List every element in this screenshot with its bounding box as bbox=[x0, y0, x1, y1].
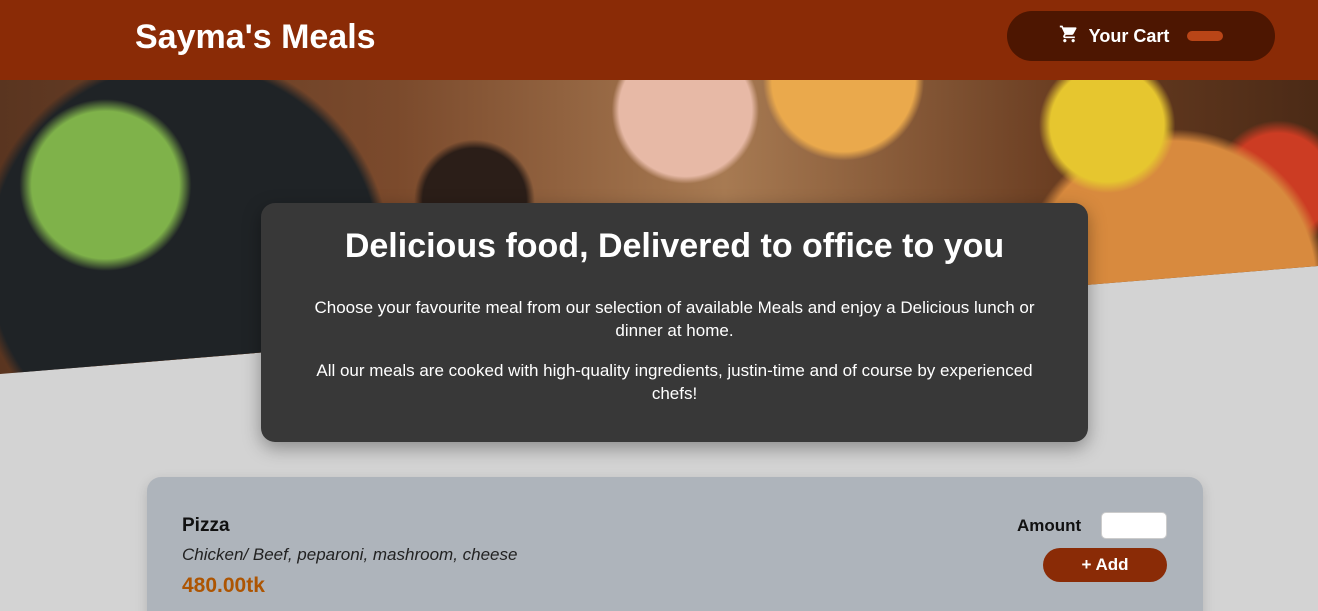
cart-label: Your Cart bbox=[1088, 25, 1170, 46]
meal-name: Pizza bbox=[182, 515, 230, 536]
summary-title: Delicious food, Delivered to office to y… bbox=[344, 227, 1005, 265]
summary-paragraph-1: Choose your favourite meal from our sele… bbox=[314, 298, 1035, 340]
meal-description: Chicken/ Beef, peparoni, mashroom, chees… bbox=[182, 545, 518, 564]
summary-card: Delicious food, Delivered to office to y… bbox=[261, 203, 1088, 442]
add-button[interactable]: + Add bbox=[1043, 548, 1167, 582]
header: Sayma's Meals Your Cart bbox=[0, 0, 1318, 80]
cart-button[interactable]: Your Cart bbox=[1007, 11, 1275, 61]
brand-title: Sayma's Meals bbox=[135, 18, 376, 56]
meal-price: 480.00tk bbox=[182, 574, 265, 597]
amount-input[interactable] bbox=[1101, 512, 1167, 539]
summary-paragraph-2: All our meals are cooked with high-quali… bbox=[316, 361, 1033, 403]
cart-icon bbox=[1059, 24, 1079, 49]
amount-label: Amount bbox=[1017, 516, 1082, 535]
cart-count-badge bbox=[1187, 31, 1224, 41]
meals-card: Pizza Chicken/ Beef, peparoni, mashroom,… bbox=[147, 477, 1203, 611]
